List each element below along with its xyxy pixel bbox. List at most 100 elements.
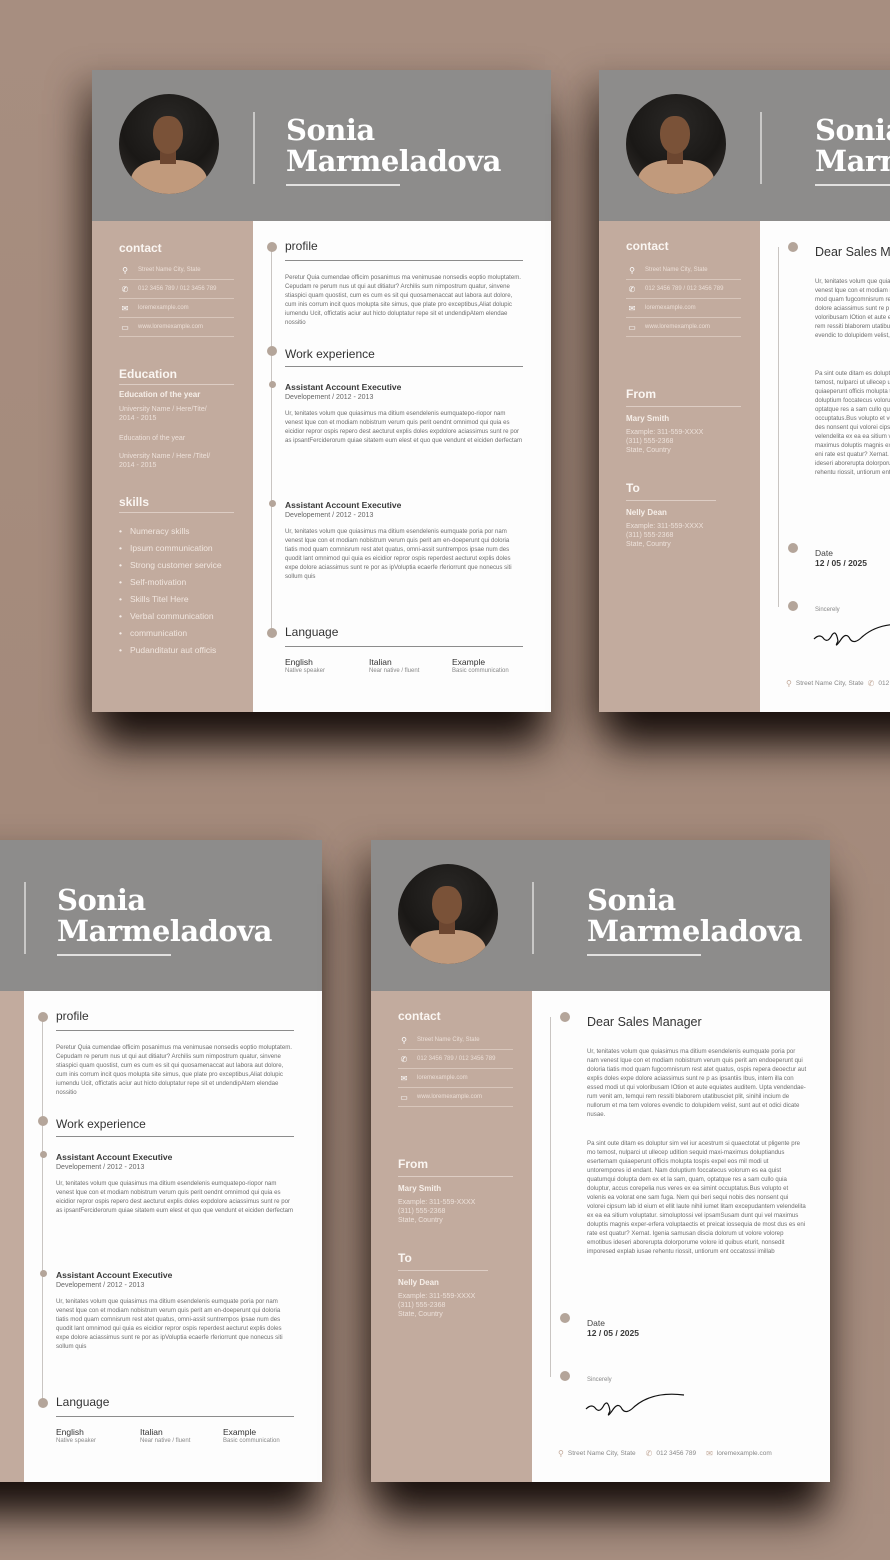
language-item: Italian Near native / fluent [369, 657, 419, 674]
language-name: Example [223, 1427, 257, 1437]
letter-footer: ⚲ Street Name City, State ✆ 012 3456 789 ✉… [558, 1449, 772, 1458]
language-item: Example Basic communication [223, 1427, 280, 1444]
timeline-dot [788, 242, 798, 252]
divider [56, 1030, 294, 1031]
language-level: Basic communication [223, 1438, 280, 1444]
contact-web: ▭ www.loremexample.com [626, 318, 741, 337]
contact-email: ✉ loremexample.com [398, 1069, 513, 1088]
job-title: Assistant Account Executive [56, 1270, 173, 1280]
to-name: Nelly Dean [626, 508, 667, 517]
from-details: Example: 311-559-XXXX (311) 555-2368 State… [626, 428, 703, 455]
resume-page-bottom: Sonia Marmeladova profile Peretur Quia cu… [0, 840, 322, 1482]
skill-item: Verbal communication [119, 608, 222, 625]
last-name: Marmeladova [587, 914, 802, 948]
language-name: Example [452, 657, 486, 667]
first-name: Sonia [286, 113, 375, 147]
timeline-dot [560, 1012, 570, 1022]
education-years: 2014 - 2015 [119, 462, 157, 469]
language-item: English Native speaker [285, 657, 325, 674]
person-name: SoniaMarmeladova [815, 115, 890, 177]
location-pin-icon: ⚲ [786, 679, 792, 688]
letter-main: Dear Sales Manager Ur, tenitates volum q… [760, 221, 890, 712]
contact-email-text: loremexample.com [645, 305, 696, 311]
signature [813, 624, 890, 646]
resume-sidebar: contact ⚲ Street Name City, State ✆ 012 34… [92, 221, 253, 712]
contact-web-text: www.loremexample.com [138, 324, 204, 330]
divider [119, 384, 234, 385]
education-school: University Name / Here/Tite/ [119, 406, 207, 413]
timeline-dot [267, 346, 277, 356]
location-pin-icon: ⚲ [122, 265, 128, 275]
last-name: Marmeladova [815, 144, 890, 178]
person-name: SoniaMarmeladova [286, 115, 501, 177]
language-name: English [285, 657, 313, 667]
divider [56, 1416, 294, 1417]
language-name: English [56, 1427, 84, 1437]
contact-address-text: Street Name City, State [138, 267, 201, 273]
web-icon: ▭ [628, 322, 636, 332]
from-name: Mary Smith [626, 414, 670, 423]
from-line: Example: 311-559-XXXX [626, 429, 704, 436]
skill-item: Numeracy skills [119, 523, 222, 540]
from-details: Example: 311-559-XXXX (311) 555-2368 State… [398, 1198, 475, 1225]
language-level: Near native / fluent [140, 1438, 191, 1444]
phone-icon: ✆ [121, 284, 129, 294]
contact-phone: ✆ 012 3456 789 / 012 3456 789 [626, 280, 741, 299]
contact-address: ⚲ Street Name City, State [626, 261, 741, 280]
letter-sidebar: contact ⚲ Street Name City, State ✆ 012 34… [599, 221, 760, 712]
timeline-dot [560, 1371, 570, 1381]
skill-item: Ipsum communication [119, 540, 222, 557]
profile-heading: profile [285, 239, 318, 253]
header-band: SoniaMarmeladova [92, 70, 551, 221]
language-level: Native speaker [285, 668, 326, 674]
location-pin-icon: ⚲ [558, 1449, 564, 1458]
to-line: Example: 311-559-XXXX [626, 523, 704, 530]
first-name: Sonia [587, 883, 676, 917]
mail-icon: ✉ [400, 1073, 408, 1083]
resume-page-top: Sonia Marmeladova contact ⚲ Street Name Ci… [92, 70, 551, 712]
timeline-dot [38, 1012, 48, 1022]
skill-item: communication [119, 625, 222, 642]
letter-footer: ⚲Street Name City, State✆012 3456 789 [786, 679, 890, 688]
timeline-line [778, 247, 779, 607]
timeline-dot [560, 1313, 570, 1323]
mail-icon: ✉ [628, 303, 636, 313]
language-heading: Language [56, 1395, 110, 1409]
letter-paragraph-2: Pa sint oute ditam es doluptur sim vel i… [815, 370, 890, 476]
from-name: Mary Smith [398, 1184, 442, 1193]
header-divider [24, 882, 26, 954]
from-line: Example: 311-559-XXXX [398, 1199, 476, 1206]
divider [56, 1136, 294, 1137]
contact-email-text: loremexample.com [417, 1075, 468, 1081]
job-subtitle: Developement / 2012 - 2013 [56, 1164, 145, 1171]
timeline-dot [267, 242, 277, 252]
contact-phone-text: 012 3456 789 / 012 3456 789 [138, 286, 217, 292]
timeline-dot [39, 1270, 47, 1277]
date-label: Date [815, 548, 833, 558]
footer-email: loremexample.com [716, 1450, 772, 1457]
name-underline [587, 954, 701, 956]
phone-icon: ✆ [867, 679, 875, 688]
closing: Sincerely [587, 1377, 612, 1383]
phone-icon: ✆ [628, 284, 636, 294]
phone-icon: ✆ [645, 1449, 653, 1458]
name-underline [815, 184, 890, 186]
contact-email: ✉ loremexample.com [626, 299, 741, 318]
mail-icon: ✉ [706, 1449, 713, 1458]
contact-phone: ✆ 012 3456 789 / 012 3456 789 [398, 1050, 513, 1069]
contact-phone-text: 012 3456 789 / 012 3456 789 [417, 1056, 496, 1062]
skills-list: Numeracy skills Ipsum communication Stro… [119, 523, 222, 659]
name-underline [286, 184, 400, 186]
header-band: SoniaMarmeladova [371, 840, 830, 991]
letter-page-top: SoniaMarmeladova contact ⚲Street Name Ci… [599, 70, 890, 712]
person-name: SoniaMarmeladova [57, 885, 272, 947]
last-name: Marmeladova [286, 144, 501, 178]
closing: Sincerely [815, 607, 840, 613]
from-line: State, Country [398, 1217, 443, 1224]
divider [398, 1176, 513, 1177]
timeline-line [550, 1017, 551, 1377]
job-description: Ur, tenitates volum que quiasimus ma dit… [56, 1298, 283, 1350]
letter-main: Dear Sales Manager Ur, tenitates volum q… [532, 991, 830, 1482]
job-subtitle: Developement / 2012 - 2013 [56, 1282, 145, 1289]
resume-main: profile Peretur Quia cumendae officim po… [24, 991, 322, 1482]
